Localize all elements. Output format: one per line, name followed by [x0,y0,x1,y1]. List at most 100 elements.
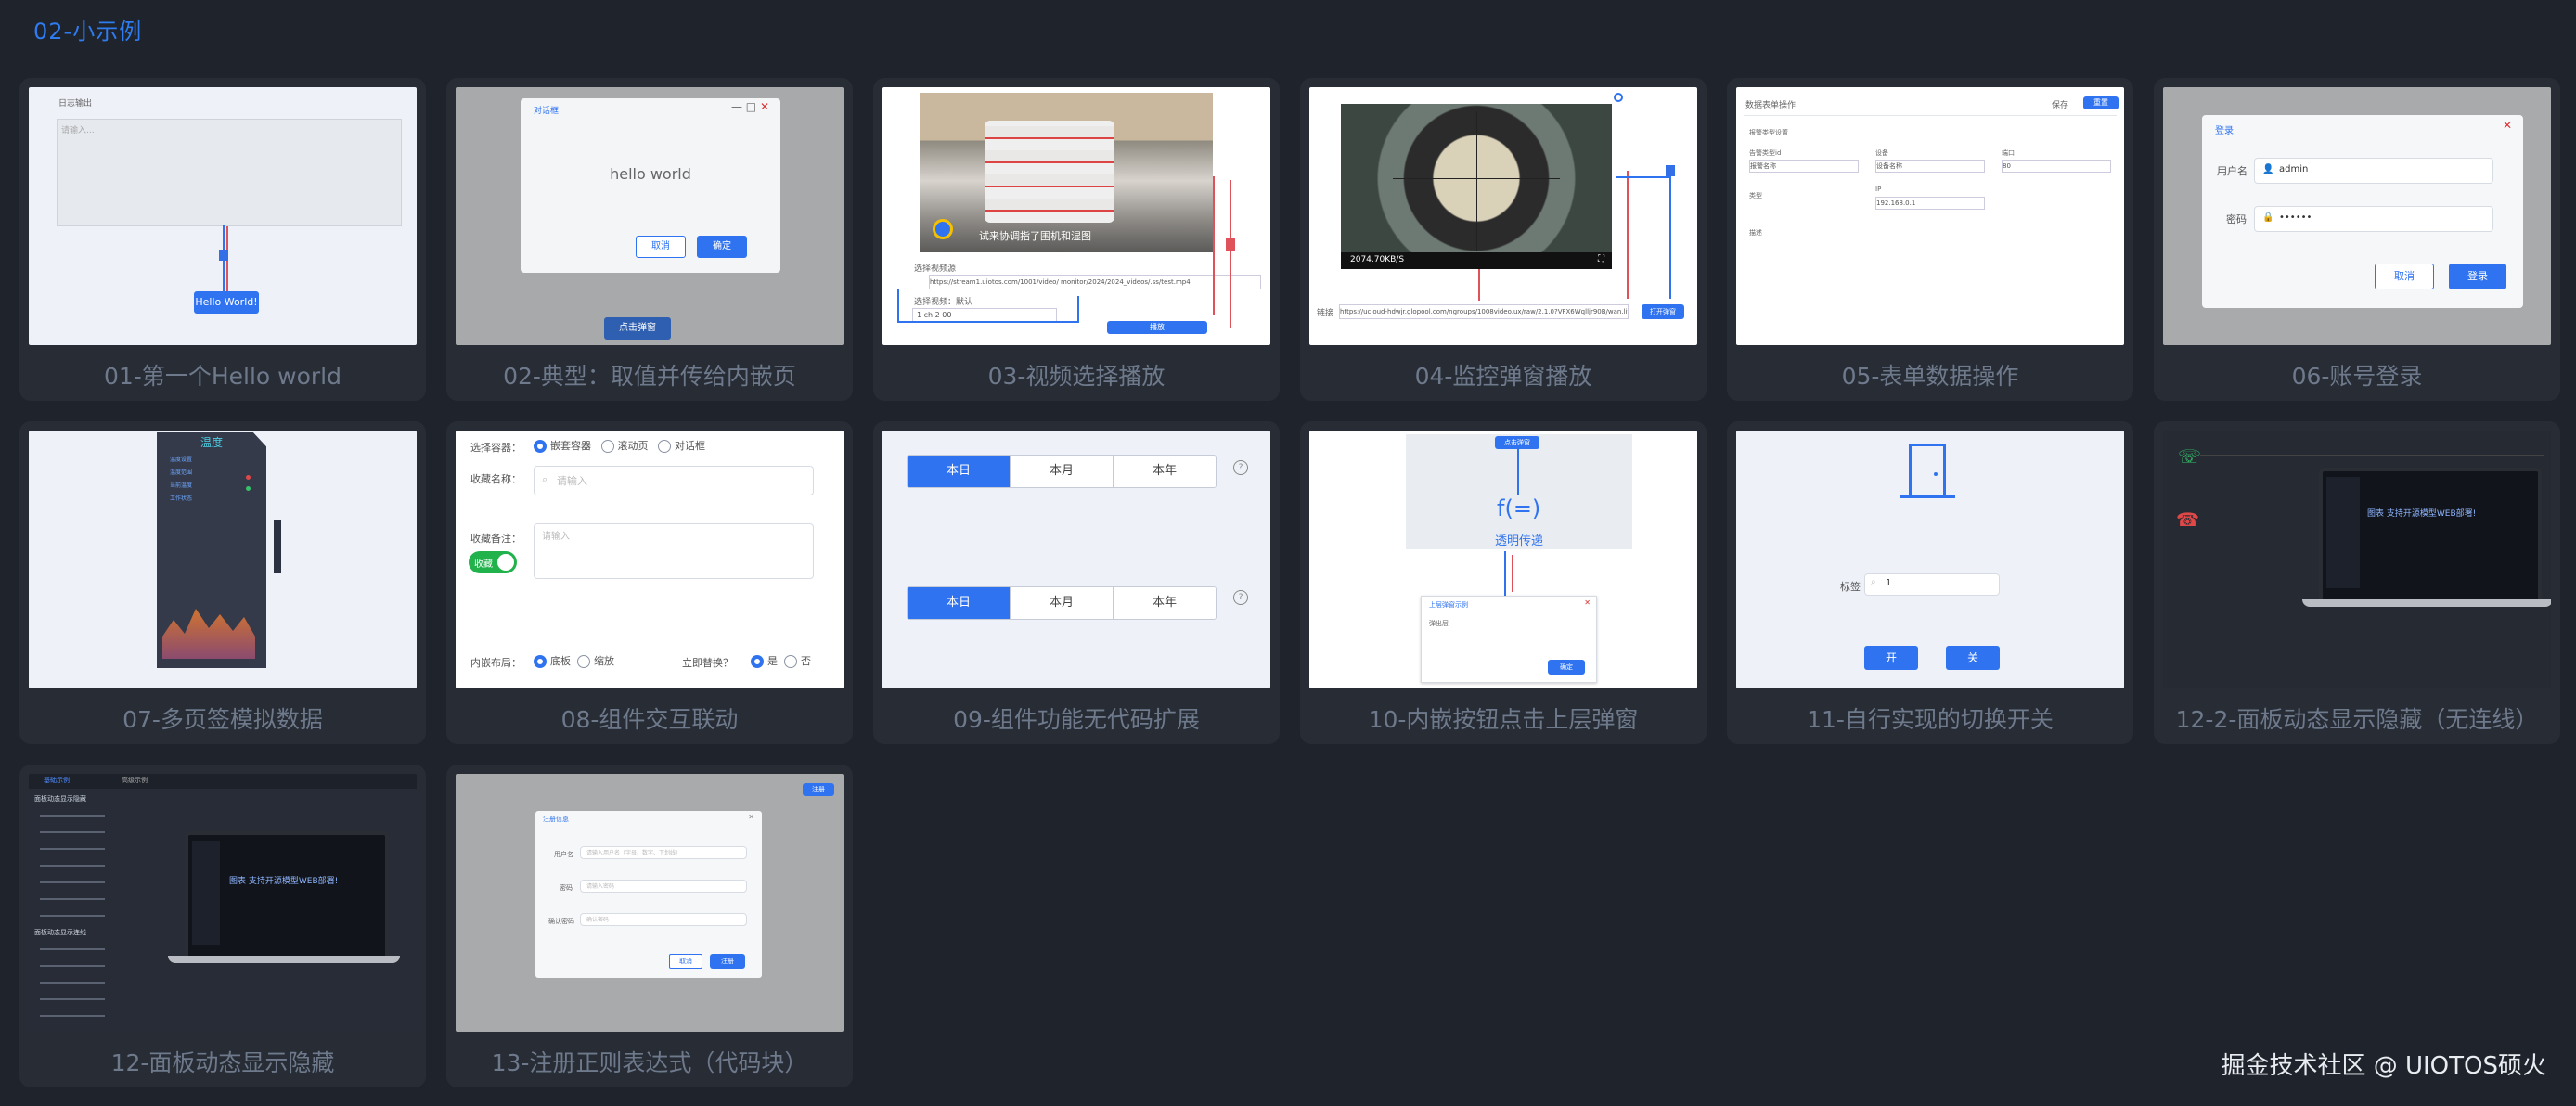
example-card-07[interactable]: 温度 温度设置 温度范围 当前温度 工作状态 07-多页签模拟数据 [19,421,426,744]
cancel-button[interactable]: 取消 [2375,264,2434,289]
card-caption: 04-监控弹窗播放 [1414,363,1592,390]
close-icon[interactable]: ✕ [2503,119,2512,132]
confirm-password-input[interactable]: 确认密码 [580,913,747,926]
option-label: 对话框 [675,440,705,452]
close-icon[interactable]: ✕ [1584,598,1591,607]
radio-on[interactable] [534,440,547,453]
replace-radio-group[interactable]: 是 否 [751,653,811,668]
popup-dialog: 上层弹窗示例 ✕ 弹出层 确定 [1421,596,1597,683]
footer-watermark: 掘金技术社区 @ UIOTOS硕火 [2221,1052,2546,1080]
open-dialog-button[interactable]: 点击弹窗 [1495,436,1539,449]
layout-radio-group[interactable]: 底板 缩放 [534,653,614,668]
password-input[interactable]: 🔒 •••••• [2254,206,2493,232]
example-card-12[interactable]: 基础示例 高级示例 面板动态显示隐藏 面板动态显示连线 图表 支持开源模型WEB… [19,765,426,1087]
radio-off[interactable] [577,655,590,668]
submit-button[interactable]: 注册 [710,954,745,969]
help-icon[interactable]: ? [1233,590,1248,605]
status-dot [246,486,251,491]
segment-day[interactable]: 本日 [908,587,1010,619]
off-button[interactable]: 关 [1946,646,2000,670]
favorite-toggle[interactable]: 收藏 [469,551,517,573]
example-card-01[interactable]: 日志输出 请输入... Hello World! 01-第一个Hello wor… [19,78,426,401]
example-card-04[interactable]: 2074.70KB/S ⛶ 链接 https://ucloud-hdwjr.gl… [1300,78,1707,401]
segment-day[interactable]: 本日 [908,456,1010,487]
close-icon[interactable]: ✕ [748,813,754,821]
hello-world-button[interactable]: Hello World! [194,291,259,314]
example-card-08[interactable]: 选择容器： 嵌套容器 滚动页 对话框 收藏名称： ⌕ 请输入 收藏备注： 请输入… [446,421,853,744]
url-field[interactable]: https://ucloud-hdwjr.glopool.com/ngroups… [1339,304,1629,319]
note-textarea[interactable]: 请输入 [534,523,814,579]
example-card-12-2[interactable]: ☏ ☎ 图表 支持开源模型WEB部署! 12-2-面板动态显示隐藏（无连线） [2154,421,2560,744]
confirm-button[interactable]: 确定 [697,236,747,258]
radio-on[interactable] [534,655,547,668]
register-top-button[interactable]: 注册 [803,783,834,796]
cancel-button[interactable]: 取消 [636,236,686,258]
example-card-09[interactable]: 本日 本月 本年 ? 本日 本月 本年 ? 09-组件功能无代码扩展 [873,421,1280,744]
cancel-button[interactable]: 取消 [669,954,702,969]
screen-text: 图表 支持开源模型WEB部署! [2367,509,2477,519]
example-card-05[interactable]: 数据表单操作 保存 重置 报警类型设置 告警类型id 设备 端口 报警名称 设备… [1727,78,2133,401]
form-title: 数据表单操作 [1745,101,1797,110]
username-input[interactable]: 请输入用户名（字母、数字、下划线） [580,846,747,859]
radio-off[interactable] [784,655,797,668]
thumbnail: 试来协调指了围机和湿图 选择视频源 https://stream1.uiotos… [882,87,1270,345]
connector-wire [1517,449,1519,495]
open-dialog-button[interactable]: 点击弹窗 [604,317,671,340]
password-input[interactable]: 请输入密码 [580,880,747,893]
input-field[interactable]: 报警名称 [1749,160,1859,173]
tag-input[interactable]: ⌕ 1 [1864,573,2000,596]
username-value: admin [2279,164,2309,174]
tab-advanced[interactable]: 高级示例 [122,776,148,785]
radio-off[interactable] [600,440,614,453]
example-card-13[interactable]: 注册 注册信息 ✕ 用户名 请输入用户名（字母、数字、下划线） 密码 请输入密码… [446,765,853,1087]
segment-month[interactable]: 本月 [1010,587,1113,619]
close-icon[interactable]: ✕ [760,100,769,113]
input-field[interactable]: 192.168.0.1 [1875,197,1985,210]
url-field[interactable]: https://stream1.uiotos.com/1001/video/ m… [929,275,1261,289]
reset-button[interactable]: 重置 [2083,96,2119,109]
username-input[interactable]: 👤 admin [2254,158,2493,184]
example-card-11[interactable]: 标签 ⌕ 1 开 关 11-自行实现的切换开关 [1727,421,2133,744]
panel-row: 温度范围 [170,469,193,476]
radio-off[interactable] [658,440,671,453]
login-button[interactable]: 登录 [2449,264,2506,289]
example-card-10[interactable]: 点击弹窗 f(=) 透明传递 上层弹窗示例 ✕ 弹出层 确定 10-内嵌按钮点击… [1300,421,1707,744]
period-segmented-control[interactable]: 本日 本月 本年 [907,455,1217,488]
field-label: 确认密码 [548,918,574,925]
fullscreen-icon[interactable]: ⛶ [1598,254,1604,264]
input-field[interactable]: 设备名称 [1875,160,1985,173]
segment-year[interactable]: 本年 [1113,587,1216,619]
card-caption: 05-表单数据操作 [1841,363,2019,390]
radio-group[interactable]: 嵌套容器 滚动页 对话框 [534,438,705,453]
radio-on[interactable] [751,655,764,668]
side-tab-strip[interactable] [274,520,281,573]
segment-month[interactable]: 本月 [1010,456,1113,487]
placeholder: 请输入 [542,532,570,542]
save-button[interactable]: 保存 [2052,98,2068,110]
on-button[interactable]: 开 [1864,646,1918,670]
tab-bar: 基础示例 高级示例 [29,774,417,789]
card-caption: 02-典型：取值并传给内嵌页 [503,363,796,390]
connector-wire [1478,269,1480,301]
card-caption: 07-多页签模拟数据 [122,706,323,733]
card-caption: 12-面板动态显示隐藏 [110,1049,335,1076]
description-field[interactable] [1749,239,2109,251]
dialog-text: 弹出层 [1429,620,1449,627]
example-card-02[interactable]: 对话框 — □ ✕ hello world 取消 确定 点击弹窗 02-典型：取… [446,78,853,401]
open-popup-button[interactable]: 打开弹窗 [1642,304,1684,319]
tab-basic[interactable]: 基础示例 [44,776,70,785]
period-segmented-control[interactable]: 本日 本月 本年 [907,586,1217,620]
close-icon[interactable] [1614,93,1623,102]
name-input[interactable]: ⌕ 请输入 [534,466,814,495]
example-card-06[interactable]: 登录 ✕ 用户名 👤 admin 密码 🔒 •••••• 取消 登录 06-账号… [2154,78,2560,401]
segment-year[interactable]: 本年 [1113,456,1216,487]
login-dialog: 登录 ✕ 用户名 👤 admin 密码 🔒 •••••• 取消 登录 [2202,115,2523,308]
window-controls: — □ ✕ [730,100,769,113]
input-field[interactable]: 80 [2002,160,2111,173]
source-label: 选择视频源 [914,264,957,274]
help-icon[interactable]: ? [1233,460,1248,475]
example-card-03[interactable]: 试来协调指了围机和湿图 选择视频源 https://stream1.uiotos… [873,78,1280,401]
confirm-button[interactable]: 确定 [1548,660,1585,675]
play-button[interactable]: 播放 [1107,321,1207,334]
thumbnail: 点击弹窗 f(=) 透明传递 上层弹窗示例 ✕ 弹出层 确定 [1309,431,1697,688]
